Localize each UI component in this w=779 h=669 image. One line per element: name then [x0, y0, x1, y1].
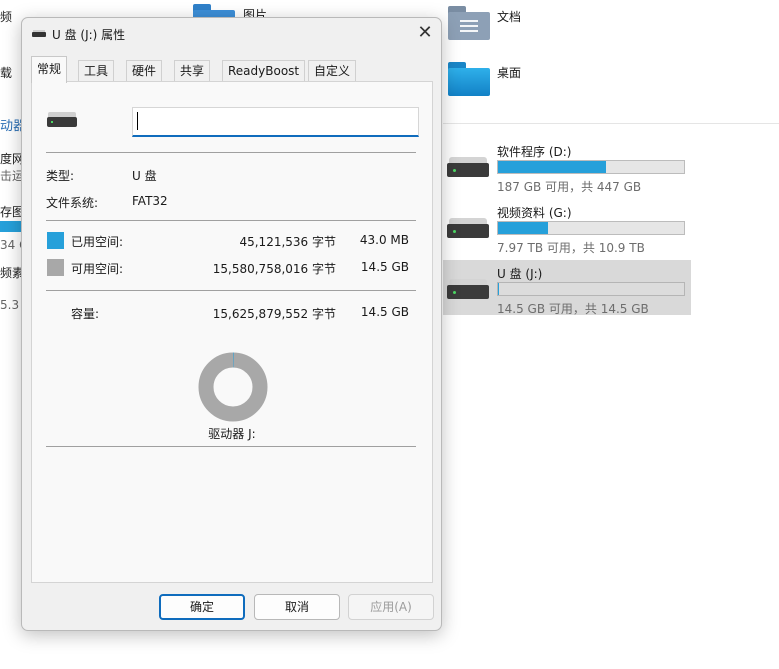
- used-space-label: 已用空间:: [71, 235, 124, 249]
- drive-letter-label: 驱动器 J:: [208, 427, 256, 441]
- drive-item-j[interactable]: U 盘 (J:) 14.5 GB 可用，共 14.5 GB: [443, 260, 691, 316]
- nav-pane-text: 频: [0, 10, 13, 24]
- drive-icon: [47, 112, 77, 128]
- general-tab-panel: 类型: U 盘 文件系统: FAT32 已用空间: 45,121,536 字节 …: [31, 81, 433, 583]
- drive-usage-bar: [497, 282, 685, 296]
- drive-usage-text: 14.5 GB 可用，共 14.5 GB: [497, 302, 649, 316]
- drive-usage-text: 187 GB 可用，共 447 GB: [497, 180, 642, 194]
- apply-button[interactable]: 应用(A): [348, 594, 434, 620]
- used-space-swatch: [47, 232, 64, 249]
- dialog-title: U 盘 (J:) 属性: [52, 28, 126, 42]
- free-space-label: 可用空间:: [71, 262, 124, 276]
- free-space-ring: [198, 352, 268, 422]
- nav-pane-usage-bar: [0, 221, 22, 232]
- dialog-titlebar[interactable]: U 盘 (J:) 属性 ✕: [22, 18, 441, 50]
- text-caret: [137, 112, 138, 130]
- disk-usage-donut-chart: [198, 352, 268, 422]
- drive-usage-bar: [497, 221, 685, 235]
- drive-name: U 盘 (J:): [497, 267, 543, 281]
- desktop-folder-icon[interactable]: [448, 62, 490, 96]
- drive-item-g[interactable]: 视频资料 (G:) 7.97 TB 可用，共 10.9 TB: [443, 199, 691, 255]
- filesystem-value: FAT32: [132, 194, 168, 208]
- cancel-button[interactable]: 取消: [254, 594, 340, 620]
- separator: [46, 152, 416, 153]
- section-divider: [443, 123, 779, 124]
- drive-name: 软件程序 (D:): [497, 145, 572, 159]
- free-space-size: 14.5 GB: [360, 260, 409, 274]
- hard-drive-icon: [447, 218, 489, 240]
- tab-customize[interactable]: 自定义: [308, 60, 357, 82]
- drive-icon: [32, 30, 46, 37]
- properties-dialog: U 盘 (J:) 属性 ✕ 常规 工具 硬件 共享 ReadyBoost 自定义…: [21, 17, 442, 631]
- drive-name: 视频资料 (G:): [497, 206, 572, 220]
- drive-usage-text: 7.97 TB 可用，共 10.9 TB: [497, 241, 645, 255]
- capacity-label: 容量:: [71, 307, 100, 321]
- documents-folder-icon[interactable]: [448, 6, 490, 40]
- volume-name-input[interactable]: [132, 107, 419, 137]
- free-space-swatch: [47, 259, 64, 276]
- separator: [46, 446, 416, 447]
- drive-item-d[interactable]: 软件程序 (D:) 187 GB 可用，共 447 GB: [443, 138, 691, 194]
- free-space-bytes: 15,580,758,016 字节: [212, 262, 336, 276]
- usb-drive-icon: [447, 279, 489, 301]
- nav-pane-text: 载: [0, 66, 13, 80]
- tab-general[interactable]: 常规: [31, 56, 68, 83]
- capacity-bytes: 15,625,879,552 字节: [212, 307, 336, 321]
- used-space-bytes: 45,121,536 字节: [239, 235, 336, 249]
- used-space-size: 43.0 MB: [359, 233, 409, 247]
- separator: [46, 220, 416, 221]
- hard-drive-icon: [447, 157, 489, 179]
- tab-readyboost[interactable]: ReadyBoost: [222, 60, 306, 82]
- filesystem-label: 文件系统:: [46, 196, 99, 210]
- separator: [46, 290, 416, 291]
- close-icon[interactable]: ✕: [413, 22, 437, 46]
- type-label: 类型:: [46, 169, 75, 183]
- type-value: U 盘: [132, 169, 157, 183]
- folder-label-desktop[interactable]: 桌面: [497, 64, 521, 81]
- tab-sharing[interactable]: 共享: [174, 60, 211, 82]
- tab-hardware[interactable]: 硬件: [126, 60, 163, 82]
- folder-label-documents[interactable]: 文档: [497, 8, 521, 25]
- capacity-size: 14.5 GB: [360, 305, 409, 319]
- tab-tools[interactable]: 工具: [78, 60, 115, 82]
- drive-usage-bar: [497, 160, 685, 174]
- ok-button[interactable]: 确定: [159, 594, 245, 620]
